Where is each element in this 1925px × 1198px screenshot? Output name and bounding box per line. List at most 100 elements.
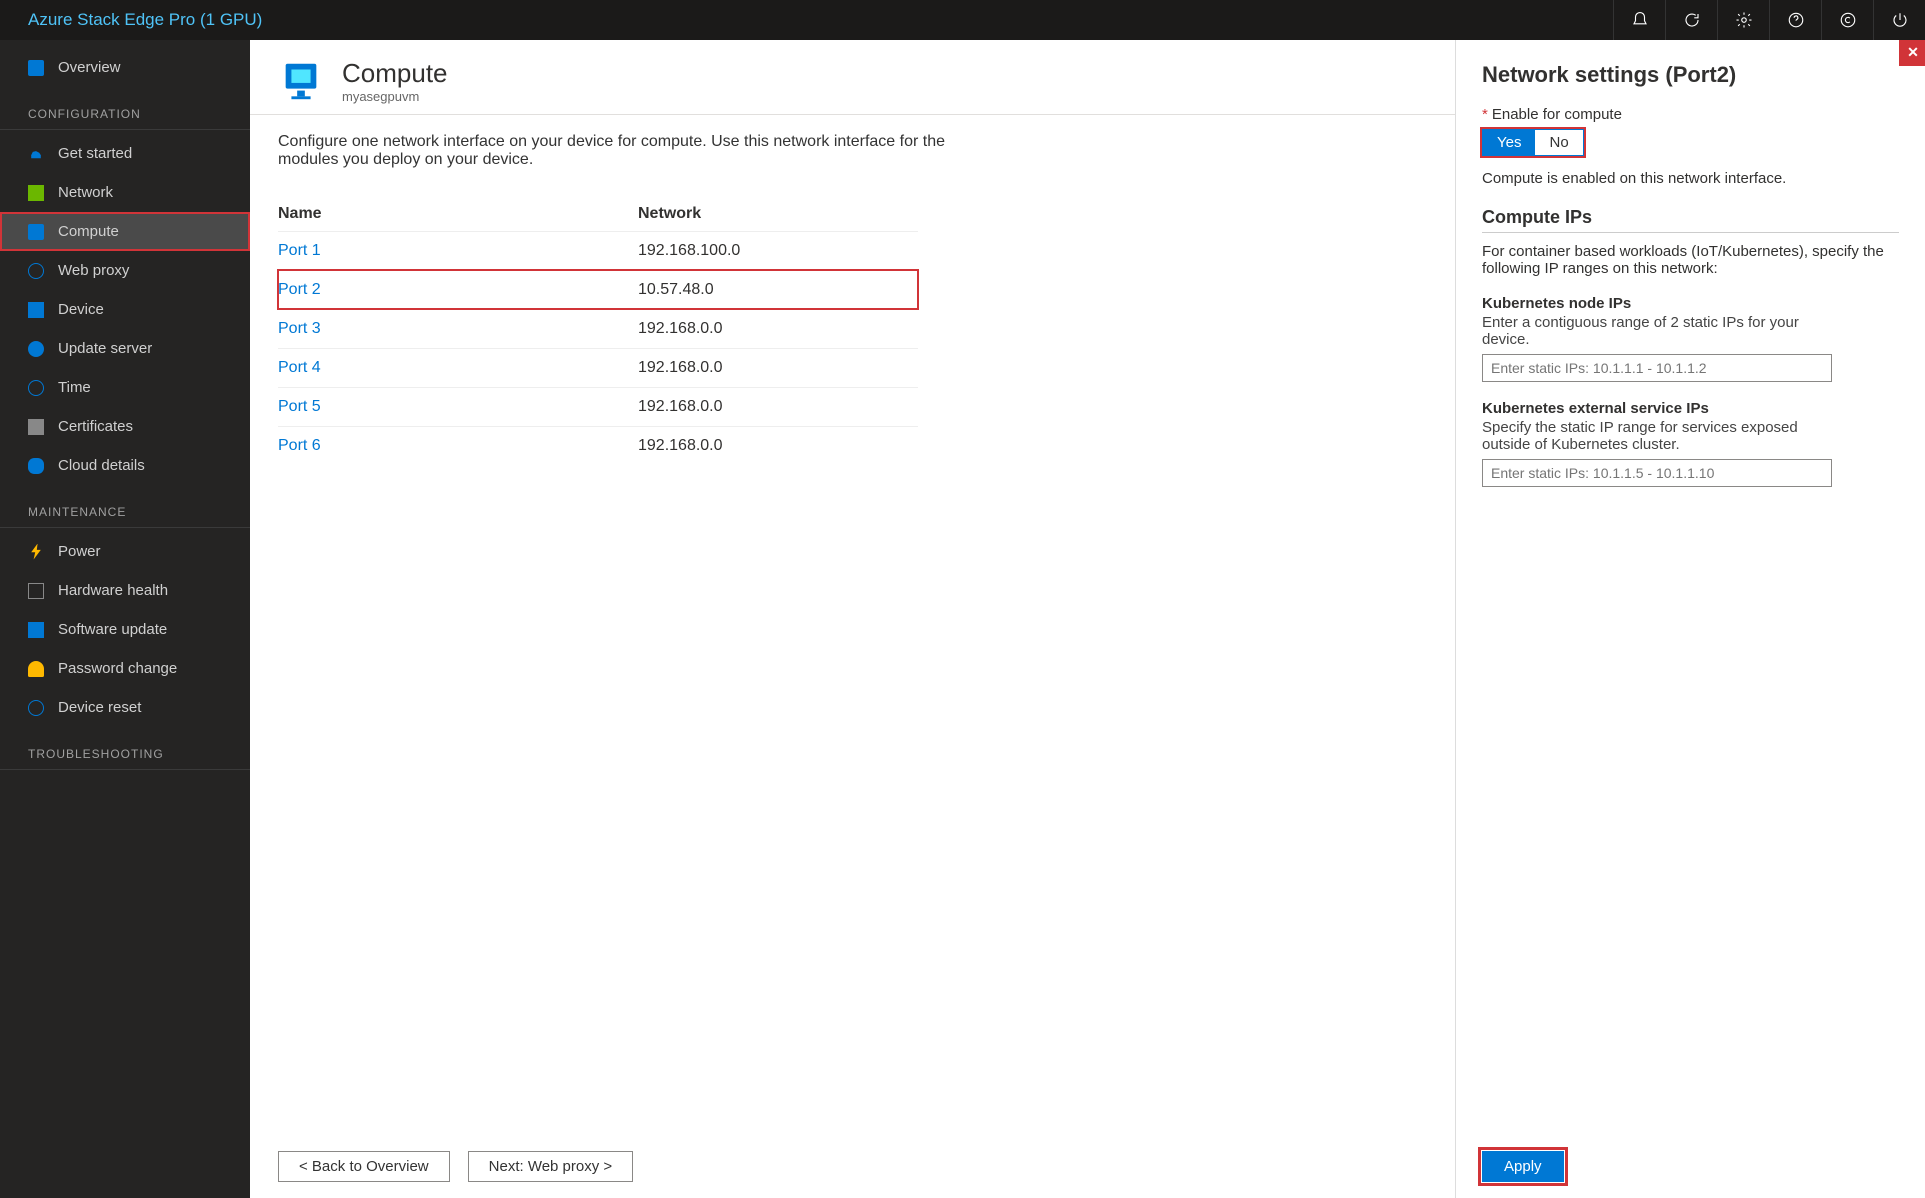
sidebar-item-label: Web proxy	[58, 262, 129, 279]
apply-button[interactable]: Apply	[1482, 1151, 1564, 1182]
sidebar-item-software-update[interactable]: Software update	[0, 610, 250, 649]
notifications-icon[interactable]	[1613, 0, 1665, 40]
reset-icon	[28, 700, 44, 716]
sidebar-item-device[interactable]: Device	[0, 290, 250, 329]
globe-icon	[28, 263, 44, 279]
port-link[interactable]: Port 6	[278, 437, 638, 455]
back-button[interactable]: < Back to Overview	[278, 1151, 450, 1182]
sidebar-item-label: Software update	[58, 621, 167, 638]
port-network: 10.57.48.0	[638, 281, 918, 299]
enable-help-text: Compute is enabled on this network inter…	[1482, 170, 1899, 187]
refresh-icon[interactable]	[1665, 0, 1717, 40]
sidebar-item-cloud-details[interactable]: Cloud details	[0, 446, 250, 485]
key-icon	[28, 661, 44, 677]
col-network-header: Network	[638, 205, 918, 223]
sidebar-item-network[interactable]: Network	[0, 173, 250, 212]
port-network: 192.168.0.0	[638, 437, 918, 455]
enable-toggle[interactable]: Yes No	[1482, 129, 1584, 156]
sidebar-item-label: Overview	[58, 59, 121, 76]
required-star: *	[1482, 106, 1488, 123]
port-network: 192.168.0.0	[638, 359, 918, 377]
sidebar-item-label: Time	[58, 379, 91, 396]
table-row[interactable]: Port 6192.168.0.0	[278, 426, 918, 465]
sidebar-item-label: Compute	[58, 223, 119, 240]
port-link[interactable]: Port 3	[278, 320, 638, 338]
port-link[interactable]: Port 4	[278, 359, 638, 377]
sidebar-item-device-reset[interactable]: Device reset	[0, 688, 250, 727]
cloud-details-icon	[28, 458, 44, 474]
sidebar-item-web-proxy[interactable]: Web proxy	[0, 251, 250, 290]
sidebar-item-label: Device reset	[58, 699, 141, 716]
port-network: 192.168.100.0	[638, 242, 918, 260]
sidebar-item-label: Get started	[58, 145, 132, 162]
sidebar-item-hardware-health[interactable]: Hardware health	[0, 571, 250, 610]
next-button[interactable]: Next: Web proxy >	[468, 1151, 634, 1182]
device-icon	[28, 302, 44, 318]
clock-icon	[28, 380, 44, 396]
sidebar-section-maintenance: MAINTENANCE	[0, 485, 250, 528]
compute-icon	[28, 224, 44, 240]
help-icon[interactable]	[1769, 0, 1821, 40]
bolt-icon	[28, 544, 44, 560]
port-link[interactable]: Port 2	[278, 281, 638, 299]
col-name-header: Name	[278, 205, 638, 223]
product-title: Azure Stack Edge Pro (1 GPU)	[28, 10, 262, 30]
upload-icon	[28, 341, 44, 357]
port-network: 192.168.0.0	[638, 398, 918, 416]
overview-icon	[28, 60, 44, 76]
table-row[interactable]: Port 3192.168.0.0	[278, 309, 918, 348]
sidebar-item-label: Password change	[58, 660, 177, 677]
page-title: Compute	[342, 58, 448, 89]
page-subtitle: myasegpuvm	[342, 89, 448, 104]
topbar-actions	[1613, 0, 1925, 40]
port-network: 192.168.0.0	[638, 320, 918, 338]
sidebar-item-power[interactable]: Power	[0, 532, 250, 571]
sidebar-item-get-started[interactable]: Get started	[0, 134, 250, 173]
sidebar-item-label: Power	[58, 543, 101, 560]
toggle-no[interactable]: No	[1535, 130, 1582, 155]
sidebar-item-label: Network	[58, 184, 113, 201]
main-content: Compute myasegpuvm Configure one network…	[250, 40, 1925, 1198]
update-icon	[28, 622, 44, 638]
sidebar-item-overview[interactable]: Overview	[0, 48, 250, 87]
table-header: Name Network	[278, 197, 918, 231]
sidebar-item-certificates[interactable]: Certificates	[0, 407, 250, 446]
copyright-icon[interactable]	[1821, 0, 1873, 40]
network-icon	[28, 185, 44, 201]
sidebar-item-label: Update server	[58, 340, 152, 357]
k8s-ext-ips-input[interactable]	[1482, 459, 1832, 487]
page-description: Configure one network interface on your …	[278, 133, 958, 169]
sidebar: Overview CONFIGURATION Get started Netwo…	[0, 40, 250, 1198]
port-link[interactable]: Port 5	[278, 398, 638, 416]
sidebar-section-troubleshooting: TROUBLESHOOTING	[0, 727, 250, 770]
k8s-node-ips-input[interactable]	[1482, 354, 1832, 382]
table-row[interactable]: Port 5192.168.0.0	[278, 387, 918, 426]
sidebar-item-password-change[interactable]: Password change	[0, 649, 250, 688]
close-icon[interactable]: ✕	[1901, 40, 1925, 64]
sidebar-item-label: Cloud details	[58, 457, 145, 474]
sidebar-item-compute[interactable]: Compute	[0, 212, 250, 251]
sidebar-item-time[interactable]: Time	[0, 368, 250, 407]
certificate-icon	[28, 419, 44, 435]
compute-header-icon	[278, 58, 324, 104]
power-icon[interactable]	[1873, 0, 1925, 40]
cloud-icon	[28, 146, 44, 162]
table-row[interactable]: Port 210.57.48.0	[278, 270, 918, 309]
port-table: Name Network Port 1192.168.100.0 Port 21…	[278, 197, 918, 465]
toggle-yes[interactable]: Yes	[1483, 130, 1535, 155]
sidebar-item-update-server[interactable]: Update server	[0, 329, 250, 368]
panel-title: Network settings (Port2)	[1482, 62, 1899, 88]
k8s-node-heading: Kubernetes node IPs	[1482, 295, 1899, 312]
table-row[interactable]: Port 4192.168.0.0	[278, 348, 918, 387]
health-icon	[28, 583, 44, 599]
settings-panel: ✕ Network settings (Port2) *Enable for c…	[1455, 40, 1925, 1198]
k8s-node-sub: Enter a contiguous range of 2 static IPs…	[1482, 314, 1822, 348]
table-row[interactable]: Port 1192.168.100.0	[278, 231, 918, 270]
enable-label: *Enable for compute	[1482, 106, 1899, 123]
sidebar-item-label: Device	[58, 301, 104, 318]
sidebar-item-label: Hardware health	[58, 582, 168, 599]
k8s-ext-heading: Kubernetes external service IPs	[1482, 400, 1899, 417]
compute-ips-title: Compute IPs	[1482, 207, 1899, 233]
port-link[interactable]: Port 1	[278, 242, 638, 260]
settings-icon[interactable]	[1717, 0, 1769, 40]
